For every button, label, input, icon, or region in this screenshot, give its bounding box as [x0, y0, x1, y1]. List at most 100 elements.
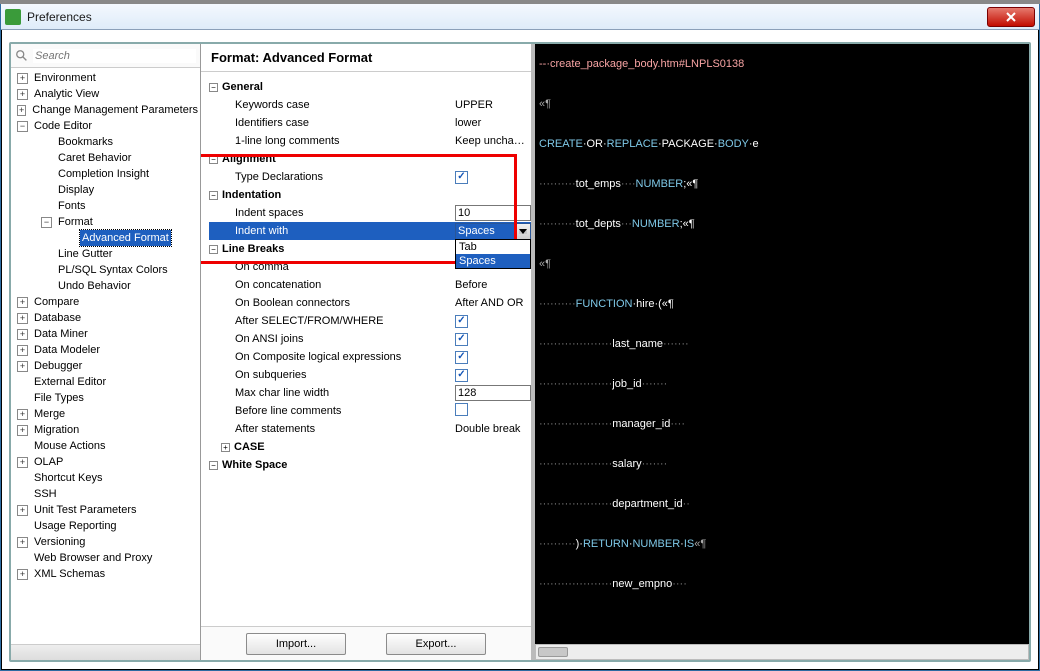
setting-label: On concatenation [233, 279, 321, 291]
setting-label: Indent spaces [233, 207, 304, 219]
setting-label: On Composite logical expressions [233, 351, 401, 363]
tree-item[interactable]: −Format [13, 214, 200, 230]
export-button[interactable]: Export... [386, 633, 486, 655]
tree-item[interactable]: File Types [13, 390, 200, 406]
setting-label: Keywords case [233, 99, 310, 111]
tree-item-label: Fonts [56, 198, 88, 214]
checkbox[interactable] [455, 315, 468, 328]
setting-value: Before [453, 279, 531, 291]
tree-item[interactable]: +Data Modeler [13, 342, 200, 358]
setting-label: Alignment [220, 153, 276, 165]
setting-value: UPPER [453, 99, 531, 111]
setting-value: Keep uncha… [453, 135, 531, 147]
tree-item[interactable]: Completion Insight [13, 166, 200, 182]
tree-item[interactable]: +Debugger [13, 358, 200, 374]
tree-item-label: Shortcut Keys [32, 470, 104, 486]
category-tree[interactable]: +Environment+Analytic View+Change Manage… [11, 68, 200, 644]
checkbox[interactable] [455, 351, 468, 364]
setting-row: On subqueries [209, 366, 531, 384]
tree-item[interactable]: Line Gutter [13, 246, 200, 262]
tree-item[interactable]: +Data Miner [13, 326, 200, 342]
tree-item[interactable]: Mouse Actions [13, 438, 200, 454]
indent-with-row[interactable]: Indent with Spaces [209, 222, 531, 240]
setting-row: After statementsDouble break [209, 420, 531, 438]
preview-text: -- [539, 44, 546, 84]
preview-scrollbar[interactable] [535, 644, 1029, 660]
setting-value: lower [453, 117, 531, 129]
tree-item[interactable]: +Change Management Parameters [13, 102, 200, 118]
text-input[interactable] [455, 205, 531, 221]
tree-item[interactable]: Advanced Format [13, 230, 200, 246]
tree-item[interactable]: +OLAP [13, 454, 200, 470]
tree-item[interactable]: Display [13, 182, 200, 198]
close-button[interactable] [987, 7, 1035, 27]
import-button[interactable]: Import... [246, 633, 346, 655]
tree-item[interactable]: −Code Editor [13, 118, 200, 134]
tree-item[interactable]: +Database [13, 310, 200, 326]
indent-spaces-row[interactable]: Indent spaces [209, 204, 531, 222]
tree-item[interactable]: Usage Reporting [13, 518, 200, 534]
tree-item[interactable]: Bookmarks [13, 134, 200, 150]
tree-item-label: Data Miner [32, 326, 90, 342]
setting-label: Line Breaks [220, 243, 284, 255]
dropdown[interactable]: Spaces [455, 223, 531, 240]
settings-body: −GeneralKeywords caseUPPERIdentifiers ca… [201, 72, 531, 660]
search-input[interactable] [33, 49, 196, 63]
dropdown-option[interactable]: Spaces [456, 254, 530, 268]
tree-item[interactable]: Shortcut Keys [13, 470, 200, 486]
setting-value: After AND OR [453, 297, 531, 309]
tree-item-label: Debugger [32, 358, 84, 374]
tree-item-label: Database [32, 310, 83, 326]
tree-item[interactable]: External Editor [13, 374, 200, 390]
tree-item[interactable]: +Unit Test Parameters [13, 502, 200, 518]
group-case: +CASE [209, 438, 531, 456]
tree-item-label: Line Gutter [56, 246, 114, 262]
dropdown-option[interactable]: Tab [456, 240, 530, 254]
tree-item[interactable]: Undo Behavior [13, 278, 200, 294]
setting-label: On subqueries [233, 369, 307, 381]
tree-item-label: Usage Reporting [32, 518, 119, 534]
tree-item[interactable]: +Compare [13, 294, 200, 310]
preferences-window: Preferences +Environment+Analytic View+C… [0, 4, 1040, 671]
checkbox[interactable] [455, 171, 468, 184]
setting-label: Indent with [233, 225, 288, 237]
checkbox[interactable] [455, 403, 468, 416]
setting-label: White Space [220, 459, 287, 471]
setting-row: On Boolean connectors After AND OR [209, 294, 531, 312]
tree-item[interactable]: +Migration [13, 422, 200, 438]
tree-item[interactable]: SSH [13, 486, 200, 502]
tree-item-label: Mouse Actions [32, 438, 108, 454]
tree-item-label: Merge [32, 406, 67, 422]
tree-scrollbar[interactable] [11, 644, 200, 660]
tree-item[interactable]: +Merge [13, 406, 200, 422]
tree-item[interactable]: Caret Behavior [13, 150, 200, 166]
search-icon [15, 49, 29, 63]
settings-title: Format: Advanced Format [201, 44, 531, 72]
setting-row: On Composite logical expressions [209, 348, 531, 366]
checkbox[interactable] [455, 369, 468, 382]
settings-panel: Format: Advanced Format −GeneralKeywords… [201, 44, 531, 660]
settings-footer: Import... Export... [201, 626, 531, 660]
text-input[interactable] [455, 385, 531, 401]
group-indentation: −Indentation [209, 186, 531, 204]
tree-item[interactable]: +Environment [13, 70, 200, 86]
setting-label: Identifiers case [233, 117, 309, 129]
tree-item-label: OLAP [32, 454, 65, 470]
tree-item[interactable]: +Analytic View [13, 86, 200, 102]
tree-item[interactable]: PL/SQL Syntax Colors [13, 262, 200, 278]
tree-item[interactable]: Fonts [13, 198, 200, 214]
content-frame: +Environment+Analytic View+Change Manage… [9, 42, 1031, 662]
tree-item[interactable]: +Versioning [13, 534, 200, 550]
tree-item-label: Code Editor [32, 118, 94, 134]
settings-list: −GeneralKeywords caseUPPERIdentifiers ca… [209, 78, 531, 624]
tree-item[interactable]: Web Browser and Proxy [13, 550, 200, 566]
titlebar[interactable]: Preferences [1, 4, 1039, 30]
dropdown-popup[interactable]: TabSpaces [455, 239, 531, 269]
setting-row: On ANSI joins [209, 330, 531, 348]
tree-item[interactable]: +XML Schemas [13, 566, 200, 582]
tree-item-label: Unit Test Parameters [32, 502, 139, 518]
category-panel: +Environment+Analytic View+Change Manage… [11, 44, 201, 660]
checkbox[interactable] [455, 333, 468, 346]
setting-label: On Boolean connectors [233, 297, 350, 309]
tree-item-label: SSH [32, 486, 59, 502]
